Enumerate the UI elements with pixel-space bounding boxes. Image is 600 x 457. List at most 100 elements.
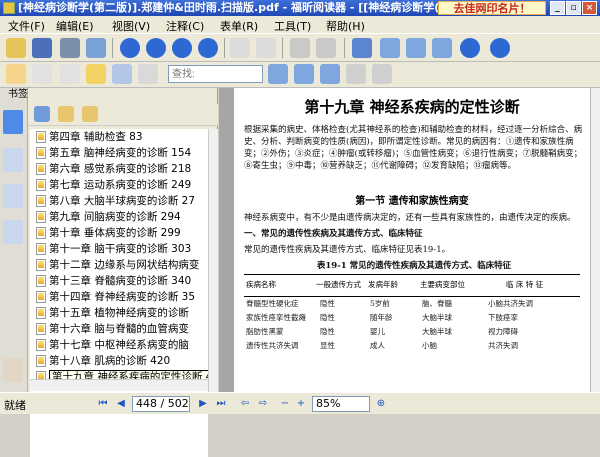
fit-width-icon[interactable] [406, 38, 426, 58]
zoom-out-icon[interactable] [460, 38, 480, 58]
document-view[interactable]: 第十九章 神经系疾病的定性诊断 根据采集的病史、体格检查(尤其神经系的检查)和辅… [219, 88, 600, 392]
bookmark-item[interactable]: 第五章 脑神经病变的诊断 154 [30, 145, 208, 161]
chapter-title: 第十九章 神经系疾病的定性诊断 [304, 98, 520, 116]
bookmark-icon [36, 195, 46, 207]
bookmark-icon [36, 275, 46, 287]
minimize-button[interactable]: _ [550, 1, 565, 15]
table-header-cell: 主要病变部位 [420, 280, 465, 289]
hand-tool-icon[interactable] [6, 64, 26, 84]
rotate-left-icon[interactable] [290, 38, 310, 58]
search-prev-icon[interactable] [320, 64, 340, 84]
table-header-cell: 一般遗传方式 [316, 280, 361, 289]
bookmark-options-icon[interactable] [82, 106, 98, 122]
bookmark-icon [36, 227, 46, 239]
save-icon[interactable] [32, 38, 52, 58]
bookmark-item[interactable]: 第十三章 脊髓病变的诊断 340 [30, 273, 208, 289]
bookmark-item[interactable]: 第十七章 中枢神经系病变的脑 [30, 337, 208, 353]
window-title: [神经病诊断学(第二版)].郑建仲&田时雨.扫描版.pdf - 福昕阅读器 - … [18, 1, 438, 14]
menu-help[interactable]: 帮助(H) [326, 18, 365, 34]
zoom-out-status-icon[interactable]: − [278, 397, 292, 411]
bookmark-vertical-scrollbar[interactable] [208, 129, 218, 392]
last-page-status-icon[interactable]: ⏭ [214, 397, 228, 411]
status-bar: 就绪 ⏮ ◀ 448 / 502 ▶ ⏭ ⇦ ⇨ − + 85% ⊕ [0, 392, 600, 414]
clip-tab-icon[interactable] [3, 358, 23, 382]
document-vertical-scrollbar[interactable] [590, 88, 600, 392]
select-arrow-icon[interactable] [60, 64, 80, 84]
section-paragraph: 神经系病变中，有不少是由遗传病决定的，还有一些具有家族性的，由遗传决定的疾病。 [244, 213, 576, 223]
title-bar: [神经病诊断学(第二版)].郑建仲&田时雨.扫描版.pdf - 福昕阅读器 - … [0, 0, 600, 16]
tools-toolbar [0, 62, 600, 88]
snapshot-icon[interactable] [112, 64, 132, 84]
menu-edit[interactable]: 编辑(E) [56, 18, 94, 34]
search-icon[interactable] [268, 64, 288, 84]
continuous-page-icon[interactable] [256, 38, 276, 58]
bookmark-item[interactable]: 第十章 垂体病变的诊断 299 [30, 225, 208, 241]
email-icon[interactable] [86, 38, 106, 58]
actual-size-icon[interactable] [432, 38, 452, 58]
zoom-in-icon[interactable] [352, 38, 372, 58]
bookmark-item[interactable]: 第十四章 脊神经病变的诊断 35 [30, 289, 208, 305]
search-input[interactable] [168, 65, 263, 83]
bookmark-item[interactable]: 第十二章 边缘系与网状结构病变 [30, 257, 208, 273]
first-page-status-icon[interactable]: ⏮ [96, 397, 110, 411]
previous-page-icon[interactable] [146, 38, 166, 58]
note-icon[interactable] [86, 64, 106, 84]
back-status-icon[interactable]: ⇦ [238, 397, 252, 411]
menu-form[interactable]: 表单(R) [220, 18, 258, 34]
close-button[interactable]: × [582, 1, 597, 15]
menu-tools[interactable]: 工具(T) [274, 18, 311, 34]
page-number-field[interactable]: 448 / 502 [132, 396, 190, 412]
zoom-in-status-icon[interactable]: + [294, 397, 308, 411]
rotate-right-icon[interactable] [316, 38, 336, 58]
print-icon[interactable] [60, 38, 80, 58]
bookmarks-tab-icon[interactable] [3, 110, 23, 134]
bookmark-item[interactable]: 第九章 间脑病变的诊断 294 [30, 209, 208, 225]
single-page-icon[interactable] [230, 38, 250, 58]
find-options-icon[interactable] [346, 64, 366, 84]
prev-page-status-icon[interactable]: ◀ [114, 397, 128, 411]
bookmark-icon [36, 211, 46, 223]
pages-tab-icon[interactable] [3, 148, 23, 172]
promo-banner[interactable]: 去佳网印名片！ [438, 1, 546, 15]
bookmark-item[interactable]: 第十一章 脑干病变的诊断 303 [30, 241, 208, 257]
bookmark-horizontal-scrollbar[interactable] [30, 379, 208, 391]
attachments-tab-icon[interactable] [3, 220, 23, 244]
bookmark-item[interactable]: 第十六章 脑与脊髓的血管病变 [30, 321, 208, 337]
zoom-plus-icon[interactable] [490, 38, 510, 58]
intro-paragraph: 根据采集的病史、体格检查(尤其神经系的检查)和辅助检查的材料，经过逐一分析综合、… [244, 125, 583, 171]
next-page-status-icon[interactable]: ▶ [196, 397, 210, 411]
bookmark-icon [36, 243, 46, 255]
table-header-cell: 发病年龄 [368, 280, 398, 289]
bookmark-toolbar [28, 104, 218, 126]
camera-icon[interactable] [138, 64, 158, 84]
delete-bookmark-icon[interactable] [34, 106, 50, 122]
add-bookmark-icon[interactable] [58, 106, 74, 122]
fit-page-icon[interactable] [380, 38, 400, 58]
sidebar-header: 书签 [8, 89, 28, 100]
bookmark-item[interactable]: 第十八章 肌病的诊断 420 [30, 353, 208, 369]
layers-tab-icon[interactable] [3, 184, 23, 208]
menu-view[interactable]: 视图(V) [112, 18, 150, 34]
next-page-icon[interactable] [172, 38, 192, 58]
bookmark-item[interactable]: 第十五章 植物神经病变的诊断 [30, 305, 208, 321]
highlight-icon[interactable] [372, 64, 392, 84]
first-page-icon[interactable] [120, 38, 140, 58]
bookmark-item[interactable]: 第七章 运动系病变的诊断 249 [30, 177, 208, 193]
bookmark-item[interactable]: 第八章 大脑半球病变的诊断 27 [30, 193, 208, 209]
zoom-level-field[interactable]: 85% [312, 396, 370, 412]
zoom-in-right-status-icon[interactable]: ⊕ [374, 397, 388, 411]
side-tabs [0, 88, 28, 392]
bookmark-icon [36, 259, 46, 271]
select-text-icon[interactable] [32, 64, 52, 84]
bookmark-item[interactable]: 第六章 感觉系病变的诊断 218 [30, 161, 208, 177]
open-folder-icon[interactable] [6, 38, 26, 58]
forward-status-icon[interactable]: ⇨ [256, 397, 270, 411]
menu-file[interactable]: 文件(F) [8, 18, 45, 34]
search-next-icon[interactable] [294, 64, 314, 84]
last-page-icon[interactable] [198, 38, 218, 58]
bookmark-icon [36, 307, 46, 319]
restore-button[interactable]: ▫ [566, 1, 581, 15]
bookmark-item[interactable]: 第四章 辅助检查 83 [30, 129, 208, 145]
table-row: 脊髓型性硬化症 隐性 5岁前 脑、脊髓 小脑共济失调 [246, 299, 533, 308]
menu-comment[interactable]: 注释(C) [166, 18, 204, 34]
